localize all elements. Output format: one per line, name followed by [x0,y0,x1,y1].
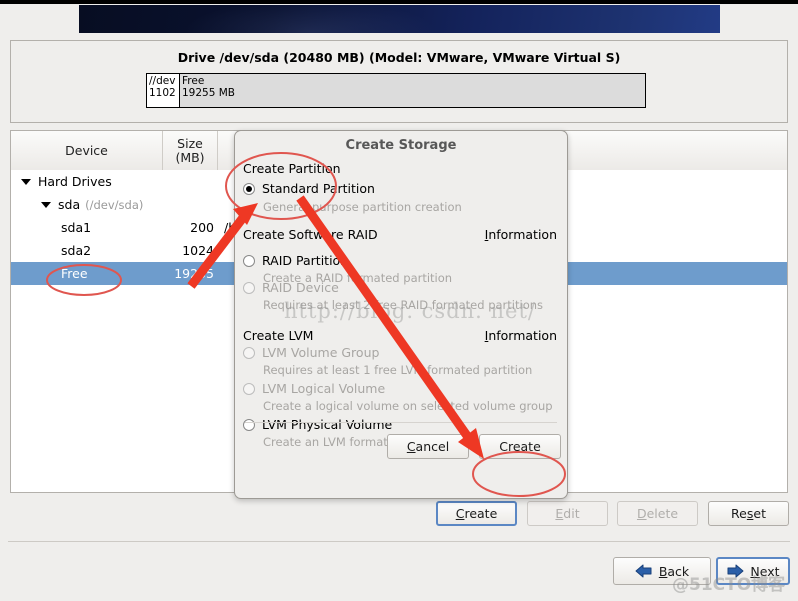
dialog-button-separator [245,422,557,423]
dialog-create-button[interactable]: Create [479,434,561,459]
watermark-url: http://blog. csdn. net/ [284,299,536,323]
row-size-cell: 1024 [182,243,214,258]
dialog-title: Create Storage [345,138,457,153]
radio-button-icon[interactable] [243,418,255,431]
edit-button[interactable]: Edit [527,501,608,526]
arrow-left-icon [635,564,652,578]
chevron-down-icon[interactable] [21,178,31,185]
dialog-radio-description: Create a logical volume on selected volu… [263,399,553,413]
dialog-cancel-button[interactable]: Cancel [387,434,469,459]
footer-divider [8,541,790,542]
radio-button-icon[interactable] [243,182,255,195]
drive-segment-free-line2: 19255 MB [182,87,236,99]
row-device-cell: sda1 [11,220,163,235]
drive-segment-used[interactable]: //dev 1102 [147,74,180,107]
row-device-cell: sda2 [11,243,163,258]
radio-button-icon[interactable] [243,382,255,395]
row-device-label: sda1 [61,220,92,235]
row-size-cell: 200 [190,220,214,235]
dialog-group-heading: Create Software RAID [243,227,378,242]
banner-gloss [79,5,720,33]
drive-segment-used-line2: 1102 [149,87,176,99]
column-header-size[interactable]: Size (MB) [163,131,218,170]
dialog-radio-label: RAID Partition [262,253,349,268]
edit-button-label: Edit [555,506,580,521]
row-size-cell: 19255 [174,266,214,281]
row-device-label: Hard Drives [38,174,112,189]
radio-button-icon[interactable] [243,254,255,267]
row-device-cell: sda (/dev/sda) [11,197,163,212]
drive-title: Drive /dev/sda (20480 MB) (Model: VMware… [177,50,621,65]
installer-window: Drive /dev/sda (20480 MB) (Model: VMware… [0,0,798,601]
window-top-strip [0,0,798,4]
reset-button-label: Reset [731,506,766,521]
dialog-radio-label: LVM Logical Volume [262,381,386,396]
dialog-radio-label: Standard Partition [262,181,375,196]
column-header-device-label: Device [65,142,108,158]
dialog-create-label: Create [499,439,541,454]
drive-segment-free[interactable]: Free 19255 MB [180,74,645,107]
dialog-information-link[interactable]: Information [485,328,557,343]
dialog-radio-description: Requires at least 1 free LVM formated pa… [263,363,533,377]
row-device-label: sda2 [61,243,92,258]
dialog-radio-description: General purpose partition creation [263,200,462,214]
column-header-device[interactable]: Device [11,131,163,170]
dialog-group-heading: Create LVM [243,328,314,343]
create-button[interactable]: Create [436,501,517,526]
column-header-size-line1: Size [177,135,203,151]
dialog-group-heading: Create Partition [243,161,341,176]
column-header-size-line2: (MB) [175,149,205,165]
delete-button[interactable]: Delete [617,501,698,526]
radio-button-icon[interactable] [243,346,255,359]
reset-button[interactable]: Reset [708,501,789,526]
create-button-label: Create [455,506,498,521]
watermark-site: @51CTO博客 [672,575,786,595]
drive-partition-bar[interactable]: //dev 1102 Free 19255 MB [146,73,646,108]
dialog-radio-label: RAID Device [262,280,339,295]
dialog-radio-label: LVM Physical Volume [262,417,393,432]
installer-banner [79,5,720,33]
row-device-label: sda [58,197,81,212]
dialog-radio-label: LVM Volume Group [262,345,380,360]
row-device-cell: Free [11,266,163,281]
drive-segment-free-line1: Free [182,75,205,87]
row-device-label: Free [61,266,88,281]
delete-button-label: Delete [636,506,679,521]
dialog-radio-option[interactable]: RAID Partition [243,253,348,268]
chevron-down-icon[interactable] [41,201,51,208]
drive-segment-used-line1: //dev [149,75,176,87]
dialog-cancel-label: Cancel [406,439,450,454]
dialog-radio-option[interactable]: LVM Volume Group [243,345,379,360]
dialog-information-link[interactable]: Information [485,227,557,242]
dialog-radio-option[interactable]: Standard Partition [243,181,375,196]
row-device-cell: Hard Drives [11,174,163,189]
row-device-path: (/dev/sda) [85,197,144,212]
radio-button-icon[interactable] [243,281,255,294]
dialog-radio-option[interactable]: LVM Physical Volume [243,417,392,432]
dialog-radio-option[interactable]: LVM Logical Volume [243,381,385,396]
dialog-radio-option[interactable]: RAID Device [243,280,339,295]
